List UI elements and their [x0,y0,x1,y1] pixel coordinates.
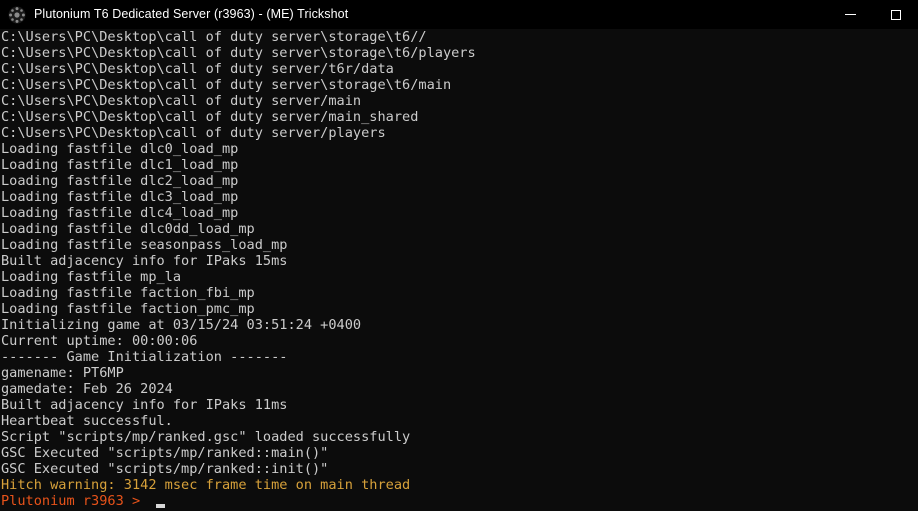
console-line: Current uptime: 00:00:06 [1,333,198,349]
minimize-button[interactable] [828,0,873,29]
maximize-icon [890,9,901,20]
maximize-button[interactable] [873,0,918,29]
console-line: Hitch warning: 3142 msec frame time on m… [1,477,411,493]
console-line: C:\Users\PC\Desktop\call of duty server\… [1,77,452,93]
console-line: gamedate: Feb 26 2024 [1,381,173,397]
server-console-window: Plutonium T6 Dedicated Server (r3963) - … [0,0,918,511]
console-line: ------- Game Initialization ------- [1,349,288,365]
console-line: Initializing game at 03/15/24 03:51:24 +… [1,317,362,333]
console-line: GSC Executed "scripts/mp/ranked::main()" [1,445,329,461]
console-line: Loading fastfile dlc2_load_mp [1,173,239,189]
console-line: Loading fastfile faction_pmc_mp [1,301,255,317]
console-line: Loading fastfile faction_fbi_mp [1,285,255,301]
console-line: Loading fastfile mp_la [1,269,182,285]
text-cursor [156,504,166,508]
console-line: Loading fastfile dlc1_load_mp [1,157,239,173]
plutonium-logo-icon [8,6,26,23]
titlebar[interactable]: Plutonium T6 Dedicated Server (r3963) - … [0,0,918,29]
console-line: Loading fastfile dlc0_load_mp [1,141,239,157]
console-line: Loading fastfile dlc3_load_mp [1,189,239,205]
console-line: Built adjacency info for IPaks 11ms [1,397,288,413]
console-line: Heartbeat successful. [1,413,173,429]
window-controls [828,0,918,29]
minimize-icon [845,14,856,15]
console-line: Built adjacency info for IPaks 15ms [1,253,288,269]
console-line: C:\Users\PC\Desktop\call of duty server\… [1,45,476,61]
console-line: C:\Users\PC\Desktop\call of duty server/… [1,109,419,125]
console-line: C:\Users\PC\Desktop\call of duty server/… [1,93,362,109]
console-line: C:\Users\PC\Desktop\call of duty server/… [1,125,386,141]
console-line: Loading fastfile dlc0dd_load_mp [1,221,255,237]
console-line: C:\Users\PC\Desktop\call of duty server\… [1,29,427,45]
window-title: Plutonium T6 Dedicated Server (r3963) - … [34,7,349,21]
console-line: GSC Executed "scripts/mp/ranked::init()" [1,461,329,477]
console-line: Loading fastfile dlc4_load_mp [1,205,239,221]
console-prompt-line[interactable]: Plutonium r3963 > [0,493,918,509]
console-line: Script "scripts/mp/ranked.gsc" loaded su… [1,429,411,445]
console-line: Loading fastfile seasonpass_load_mp [1,237,288,253]
console-output[interactable]: C:\Users\PC\Desktop\call of duty server\… [0,29,918,511]
console-line: gamename: PT6MP [1,365,124,381]
console-line: C:\Users\PC\Desktop\call of duty server/… [1,61,394,77]
